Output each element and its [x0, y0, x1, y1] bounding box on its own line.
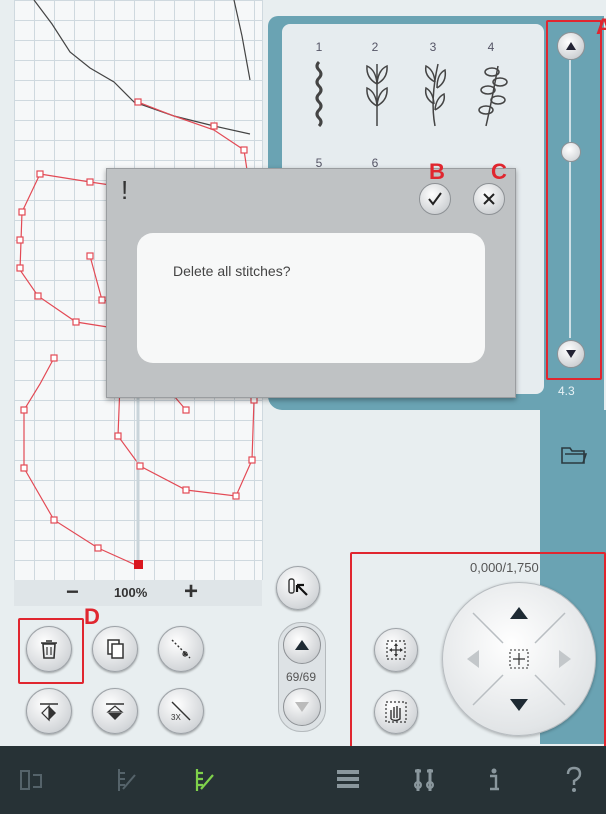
- arrow-to-start-icon: [288, 578, 308, 596]
- triple-stitch-icon: 3X: [171, 701, 191, 722]
- stitch-number: 2: [371, 40, 379, 54]
- cancel-button[interactable]: [473, 183, 505, 215]
- arrow-up-icon: [510, 607, 528, 619]
- arrow-up-icon: [566, 42, 576, 50]
- folder-icon[interactable]: [560, 444, 588, 466]
- delete-confirm-dialog: ! B C Delete all stitches?: [106, 159, 516, 398]
- step-down-button[interactable]: [283, 688, 321, 726]
- slider-highlight-a: [546, 20, 602, 380]
- close-icon: [483, 193, 495, 205]
- arrow-down-icon: [295, 702, 309, 712]
- stitch-number: 3: [429, 40, 437, 54]
- position-readout: 0,000/1,750: [470, 560, 539, 575]
- taskbar-embroidery-mode[interactable]: [14, 762, 50, 798]
- arrow-down-icon: [566, 350, 576, 358]
- taskbar-settings[interactable]: [406, 762, 442, 798]
- move-right-button[interactable]: [545, 639, 585, 679]
- dialog-message-box: Delete all stitches?: [137, 233, 485, 363]
- callout-c: C: [491, 159, 507, 184]
- alert-symbol: !: [121, 175, 129, 205]
- taskbar-stitch-editor[interactable]: [108, 762, 144, 798]
- dialog-message: Delete all stitches?: [173, 263, 291, 279]
- move-down-button[interactable]: [499, 685, 539, 725]
- zoom-out-button[interactable]: −: [66, 580, 79, 604]
- taskbar-menu[interactable]: [330, 762, 366, 798]
- embroidery-mode-icon: [20, 770, 42, 790]
- insert-stitch-button[interactable]: [158, 626, 204, 672]
- info-icon: [490, 768, 499, 791]
- zoom-bar: − 100% +: [14, 579, 262, 606]
- center-icon: [509, 649, 529, 669]
- zoom-level: 100%: [114, 585, 148, 600]
- scroll-track[interactable]: [569, 60, 571, 338]
- settings-tools-icon: [414, 769, 434, 791]
- dpad-center-button[interactable]: [505, 645, 533, 673]
- center-view-button[interactable]: [374, 628, 418, 672]
- scroll-thumb[interactable]: [561, 142, 581, 162]
- taskbar: [0, 746, 606, 814]
- callout-d: D: [84, 604, 100, 629]
- arrow-down-icon: [510, 699, 528, 711]
- stitch-3-icon[interactable]: [420, 60, 450, 130]
- pan-button[interactable]: [374, 690, 418, 734]
- arrow-left-icon: [467, 650, 479, 668]
- slider-value: 4.3: [558, 384, 575, 398]
- trash-icon: [41, 640, 57, 659]
- center-icon: [386, 640, 406, 660]
- duplicate-button[interactable]: [92, 626, 138, 672]
- stitch-4-icon[interactable]: [478, 60, 508, 130]
- menu-list-icon: [337, 770, 359, 788]
- delete-button[interactable]: [26, 626, 72, 672]
- scroll-down-button[interactable]: [557, 340, 585, 368]
- arrow-up-icon: [295, 640, 309, 650]
- stitch-creator-icon: [195, 769, 214, 791]
- checkmark-icon: [428, 192, 442, 206]
- callout-a: A: [596, 14, 606, 39]
- stitch-1-icon[interactable]: [310, 60, 328, 130]
- triple-stitch-button[interactable]: 3X: [158, 688, 204, 734]
- move-dpad: [442, 582, 596, 736]
- arrow-right-icon: [559, 650, 571, 668]
- confirm-button[interactable]: [419, 183, 451, 215]
- taskbar-stitch-creator[interactable]: [186, 762, 222, 798]
- scroll-up-button[interactable]: [557, 32, 585, 60]
- hand-icon: [385, 701, 407, 723]
- help-question-icon: [566, 766, 582, 792]
- move-left-button[interactable]: [453, 639, 493, 679]
- stitch-counter: 69/69: [285, 670, 317, 684]
- stitch-2-icon[interactable]: [362, 60, 392, 130]
- needle-point-icon: [171, 639, 191, 659]
- stitch-number: 4: [487, 40, 495, 54]
- stitch-start-button[interactable]: [276, 566, 320, 610]
- mirror-vertical-button[interactable]: [92, 688, 138, 734]
- callout-b: B: [429, 159, 445, 184]
- mirror-horizontal-icon: [40, 703, 58, 722]
- copy-icon: [107, 639, 124, 659]
- mirror-vertical-icon: [106, 703, 124, 720]
- move-up-button[interactable]: [499, 593, 539, 633]
- stitch-number: 1: [315, 40, 323, 54]
- stitch-editor-icon: [118, 769, 136, 791]
- taskbar-info[interactable]: [476, 762, 512, 798]
- mirror-horizontal-button[interactable]: [26, 688, 72, 734]
- svg-text:3X: 3X: [171, 713, 181, 722]
- zoom-in-button[interactable]: +: [184, 579, 198, 605]
- taskbar-help[interactable]: [556, 762, 592, 798]
- step-up-button[interactable]: [283, 626, 321, 664]
